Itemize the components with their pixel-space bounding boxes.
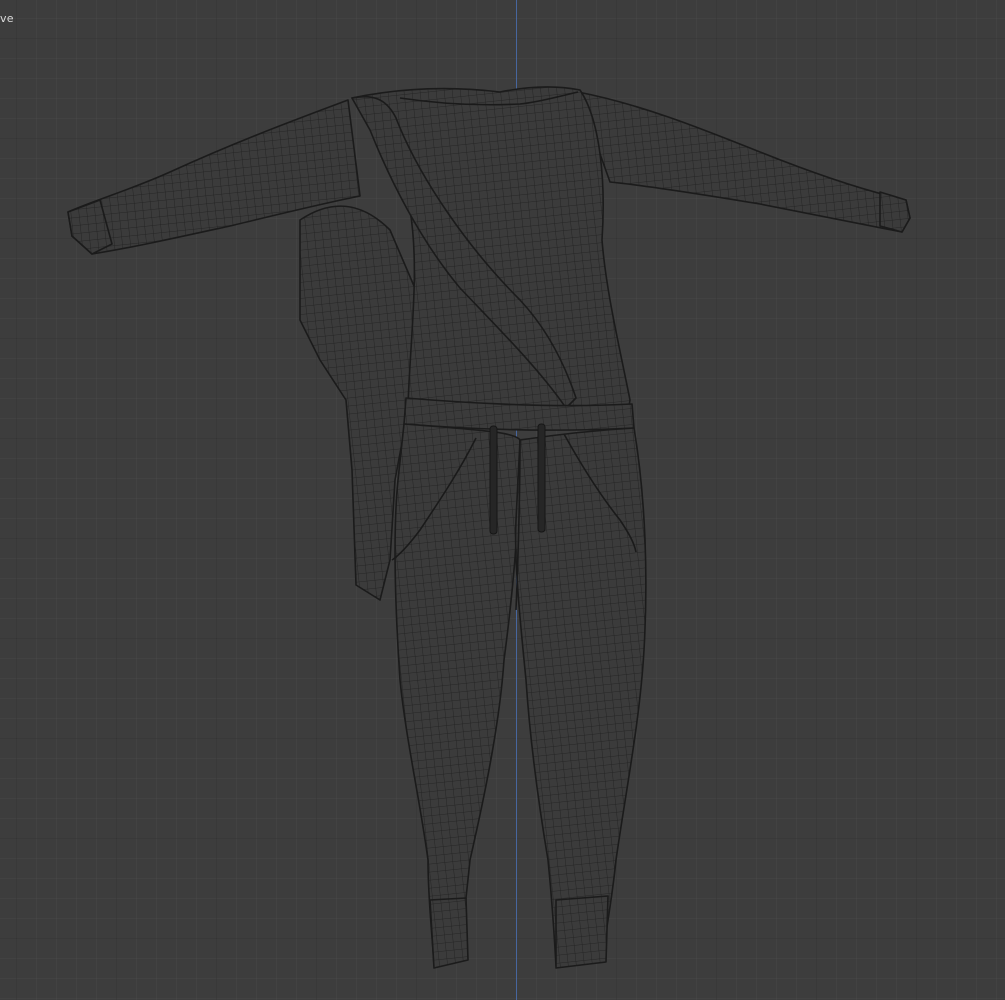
right-ankle-cuff[interactable] — [555, 895, 609, 969]
right-sleeve[interactable] — [577, 91, 911, 233]
left-ankle-cuff[interactable] — [429, 897, 469, 969]
right-drawstring — [537, 423, 546, 533]
left-drawstring — [489, 425, 498, 535]
clothing-wireframe-mesh[interactable] — [0, 0, 1005, 1000]
right-cuff[interactable] — [879, 191, 911, 233]
3d-viewport[interactable]: ve — [0, 0, 1005, 1000]
pants-left-leg[interactable] — [394, 423, 521, 967]
pants-right-leg[interactable] — [514, 427, 647, 967]
